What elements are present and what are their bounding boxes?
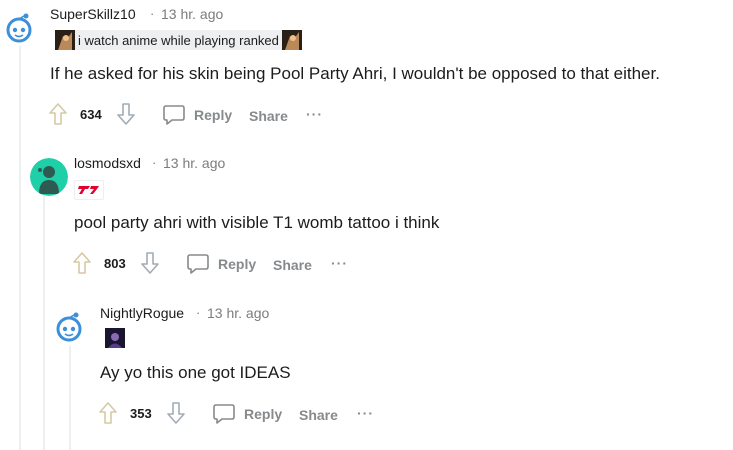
reply-button[interactable]: Reply bbox=[212, 403, 282, 425]
character-portrait-flair-icon bbox=[105, 328, 125, 348]
share-button[interactable]: Share bbox=[299, 407, 338, 423]
reply-button[interactable]: Reply bbox=[186, 253, 256, 275]
share-button[interactable]: Share bbox=[273, 257, 312, 273]
comment-bubble-icon bbox=[187, 254, 209, 274]
avatar[interactable] bbox=[50, 307, 88, 345]
user-flair bbox=[105, 328, 125, 348]
downvote-icon[interactable] bbox=[140, 251, 160, 275]
comment-bubble-icon bbox=[213, 404, 235, 424]
upvote-icon[interactable] bbox=[98, 401, 118, 425]
user-flair-text: i watch anime while playing ranked bbox=[78, 32, 279, 48]
comment-username[interactable]: losmodsxd bbox=[74, 155, 141, 171]
downvote-icon[interactable] bbox=[166, 401, 186, 425]
meta-separator: · bbox=[150, 6, 155, 21]
user-flair bbox=[74, 180, 104, 200]
t1-logo-icon bbox=[78, 186, 99, 194]
more-options-button[interactable]: ··· bbox=[357, 405, 374, 421]
comment-timestamp[interactable]: 13 hr. ago bbox=[207, 305, 269, 321]
comment-username[interactable]: SuperSkillz10 bbox=[50, 6, 136, 22]
reply-button[interactable]: Reply bbox=[162, 104, 232, 126]
thread-line-3[interactable] bbox=[69, 346, 71, 450]
comment-body: Ay yo this one got IDEAS bbox=[100, 363, 291, 382]
comment-body: If he asked for his skin being Pool Part… bbox=[50, 64, 660, 83]
meta-separator: · bbox=[152, 155, 157, 170]
vote-score: 634 bbox=[80, 107, 102, 122]
more-options-button[interactable]: ··· bbox=[331, 255, 348, 271]
meta-separator: · bbox=[196, 305, 201, 320]
more-options-button[interactable]: ··· bbox=[306, 106, 323, 122]
thread-line-2[interactable] bbox=[43, 196, 45, 450]
vote-score: 353 bbox=[130, 406, 152, 421]
share-button[interactable]: Share bbox=[249, 108, 288, 124]
reply-label: Reply bbox=[244, 406, 283, 422]
anime-character-flair-icon bbox=[55, 30, 75, 50]
upvote-icon[interactable] bbox=[72, 251, 92, 275]
anime-character-flair-icon bbox=[281, 30, 302, 50]
comment-timestamp[interactable]: 13 hr. ago bbox=[163, 155, 225, 171]
user-flair: i watch anime while playing ranked bbox=[55, 30, 302, 50]
comment-timestamp[interactable]: 13 hr. ago bbox=[161, 6, 223, 22]
vote-score: 803 bbox=[104, 256, 126, 271]
comment-bubble-icon bbox=[163, 105, 185, 125]
upvote-icon[interactable] bbox=[48, 102, 68, 126]
avatar[interactable] bbox=[30, 158, 68, 196]
reply-label: Reply bbox=[218, 256, 257, 272]
reply-label: Reply bbox=[194, 107, 233, 123]
avatar[interactable] bbox=[0, 8, 38, 46]
downvote-icon[interactable] bbox=[116, 102, 136, 126]
comment-body: pool party ahri with visible T1 womb tat… bbox=[74, 213, 440, 232]
thread-line-1[interactable] bbox=[19, 44, 21, 450]
comment-username[interactable]: NightlyRogue bbox=[100, 305, 184, 321]
